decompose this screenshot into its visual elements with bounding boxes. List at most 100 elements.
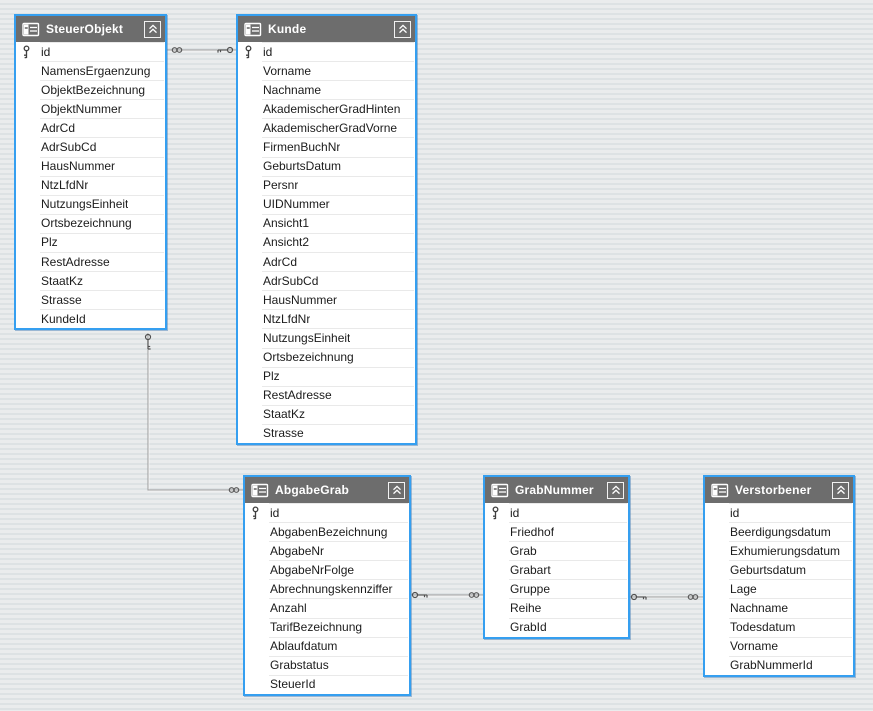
field-list: id Beerdigungsdatum bbox=[705, 503, 853, 675]
table-verstorbener[interactable]: Verstorbener id bbox=[703, 475, 855, 677]
field-row[interactable]: Vorname bbox=[238, 61, 415, 80]
field-name: GrabId bbox=[510, 620, 547, 634]
field-row[interactable]: GeburtsDatum bbox=[238, 157, 415, 176]
table-header[interactable]: SteuerObjekt bbox=[16, 16, 165, 42]
field-row[interactable]: id bbox=[245, 503, 409, 522]
table-steuerobjekt[interactable]: SteuerObjekt id bbox=[14, 14, 167, 330]
field-row[interactable]: AdrCd bbox=[16, 118, 165, 137]
field-row[interactable]: HausNummer bbox=[16, 157, 165, 176]
field-row[interactable]: Ortsbezeichnung bbox=[238, 348, 415, 367]
field-row[interactable]: Geburtsdatum bbox=[705, 560, 853, 579]
table-header[interactable]: GrabNummer bbox=[485, 477, 628, 503]
field-row[interactable]: Vorname bbox=[705, 637, 853, 656]
field-row[interactable]: UIDNummer bbox=[238, 195, 415, 214]
field-row[interactable]: AkademischerGradVorne bbox=[238, 118, 415, 137]
field-row[interactable]: AbgabeNrFolge bbox=[245, 560, 409, 579]
field-row[interactable]: StaatKz bbox=[238, 405, 415, 424]
collapse-button[interactable] bbox=[607, 482, 624, 499]
field-row[interactable]: Exhumierungsdatum bbox=[705, 541, 853, 560]
field-row[interactable]: Ablaufdatum bbox=[245, 637, 409, 656]
table-header[interactable]: AbgabeGrab bbox=[245, 477, 409, 503]
field-row[interactable]: Abrechnungskennziffer bbox=[245, 579, 409, 598]
field-row[interactable]: SteuerId bbox=[245, 675, 409, 694]
field-row[interactable]: Lage bbox=[705, 579, 853, 598]
field-name: ObjektNummer bbox=[41, 102, 122, 116]
field-row[interactable]: id bbox=[238, 42, 415, 61]
field-row[interactable]: ObjektNummer bbox=[16, 99, 165, 118]
field-row[interactable]: TarifBezeichnung bbox=[245, 618, 409, 637]
field-row[interactable]: NtzLfdNr bbox=[16, 176, 165, 195]
field-row[interactable]: AdrCd bbox=[238, 252, 415, 271]
field-row[interactable]: id bbox=[485, 503, 628, 522]
table-header[interactable]: Kunde bbox=[238, 16, 415, 42]
field-row[interactable]: AdrSubCd bbox=[16, 137, 165, 156]
collapse-button[interactable] bbox=[394, 21, 411, 38]
field-name: Plz bbox=[263, 369, 280, 383]
field-row[interactable]: RestAdresse bbox=[16, 252, 165, 271]
field-row[interactable]: Anzahl bbox=[245, 598, 409, 617]
field-row[interactable]: StaatKz bbox=[16, 271, 165, 290]
table-abgabegrab[interactable]: AbgabeGrab id bbox=[243, 475, 411, 696]
field-row[interactable]: Nachname bbox=[238, 80, 415, 99]
field-row[interactable]: AdrSubCd bbox=[238, 271, 415, 290]
field-name: KundeId bbox=[41, 312, 86, 326]
field-row[interactable]: Plz bbox=[238, 367, 415, 386]
table-grabnummer[interactable]: GrabNummer id bbox=[483, 475, 630, 639]
field-row[interactable]: Persnr bbox=[238, 176, 415, 195]
field-row[interactable]: RestAdresse bbox=[238, 386, 415, 405]
relationship-grabnummer-verstorbener[interactable] bbox=[630, 595, 703, 600]
field-row[interactable]: NamensErgaenzung bbox=[16, 61, 165, 80]
field-name: Todesdatum bbox=[730, 620, 795, 634]
relationship-steuerobjekt-kunde[interactable] bbox=[167, 48, 236, 53]
field-row[interactable]: id bbox=[16, 42, 165, 61]
field-row[interactable]: Grabart bbox=[485, 560, 628, 579]
field-row[interactable]: Grab bbox=[485, 541, 628, 560]
field-row[interactable]: GrabNummerId bbox=[705, 656, 853, 675]
field-row[interactable]: FirmenBuchNr bbox=[238, 137, 415, 156]
field-row[interactable]: NtzLfdNr bbox=[238, 309, 415, 328]
chevron-double-up-icon bbox=[611, 485, 621, 495]
field-name: Ansicht2 bbox=[263, 235, 309, 249]
field-name: Vorname bbox=[730, 639, 778, 653]
field-row[interactable]: Grabstatus bbox=[245, 656, 409, 675]
chevron-double-up-icon bbox=[836, 485, 846, 495]
collapse-button[interactable] bbox=[832, 482, 849, 499]
field-row[interactable]: Beerdigungsdatum bbox=[705, 522, 853, 541]
field-row[interactable]: AbgabenBezeichnung bbox=[245, 522, 409, 541]
collapse-button[interactable] bbox=[388, 482, 405, 499]
relationship-abgabegrab-grabnummer[interactable] bbox=[411, 593, 483, 598]
field-row[interactable]: Strasse bbox=[16, 290, 165, 309]
field-name: Strasse bbox=[41, 293, 82, 307]
field-row[interactable]: GrabId bbox=[485, 618, 628, 637]
field-row[interactable]: Reihe bbox=[485, 598, 628, 617]
field-row[interactable]: Ansicht2 bbox=[238, 233, 415, 252]
relationship-steuerobjekt-abgabegrab[interactable] bbox=[146, 333, 244, 492]
field-row[interactable]: KundeId bbox=[16, 309, 165, 328]
table-icon bbox=[22, 22, 40, 37]
field-row[interactable]: AkademischerGradHinten bbox=[238, 99, 415, 118]
field-row[interactable]: ObjektBezeichnung bbox=[16, 80, 165, 99]
field-row[interactable]: Friedhof bbox=[485, 522, 628, 541]
field-row[interactable]: HausNummer bbox=[238, 290, 415, 309]
chevron-double-up-icon bbox=[392, 485, 402, 495]
field-row[interactable]: Ortsbezeichnung bbox=[16, 214, 165, 233]
field-row[interactable]: Plz bbox=[16, 233, 165, 252]
field-row[interactable]: Todesdatum bbox=[705, 618, 853, 637]
field-name: Geburtsdatum bbox=[730, 563, 806, 577]
field-row[interactable]: Strasse bbox=[238, 424, 415, 443]
field-name: Exhumierungsdatum bbox=[730, 544, 840, 558]
field-row[interactable]: AbgabeNr bbox=[245, 541, 409, 560]
field-name: Grabstatus bbox=[270, 658, 329, 672]
field-name: NutzungsEinheit bbox=[263, 331, 350, 345]
table-kunde[interactable]: Kunde id bbox=[236, 14, 417, 445]
table-title: Kunde bbox=[268, 22, 388, 36]
field-row[interactable]: NutzungsEinheit bbox=[16, 195, 165, 214]
field-row[interactable]: id bbox=[705, 503, 853, 522]
diagram-canvas[interactable]: SteuerObjekt id bbox=[0, 0, 873, 711]
field-row[interactable]: Nachname bbox=[705, 598, 853, 617]
field-row[interactable]: Ansicht1 bbox=[238, 214, 415, 233]
field-row[interactable]: NutzungsEinheit bbox=[238, 328, 415, 347]
table-header[interactable]: Verstorbener bbox=[705, 477, 853, 503]
field-row[interactable]: Gruppe bbox=[485, 579, 628, 598]
collapse-button[interactable] bbox=[144, 21, 161, 38]
